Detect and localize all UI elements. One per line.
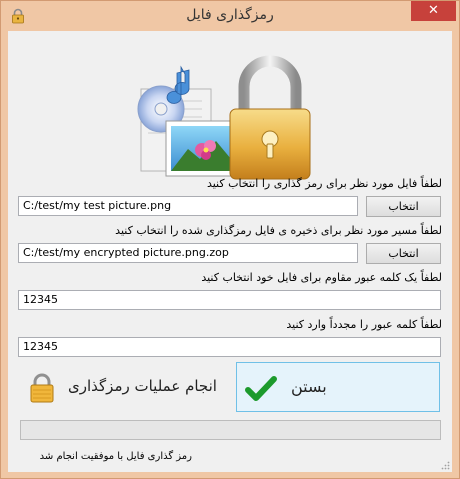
padlock-icon	[30, 373, 54, 403]
destination-path-input[interactable]: C:/test/my encrypted picture.png.zop	[18, 243, 358, 263]
checkmark-icon	[245, 376, 277, 401]
title-bar[interactable]: رمزگذاری فایل ✕	[1, 1, 459, 31]
close-button-label: بستن	[291, 377, 327, 396]
app-window: رمزگذاری فایل ✕ لطفاً فایل مورد نظر برای…	[0, 0, 460, 479]
progress-bar	[20, 420, 441, 440]
close-window-button[interactable]: ✕	[411, 1, 456, 21]
confirm-password-input[interactable]: 12345	[18, 337, 441, 357]
window-title: رمزگذاری فایل	[186, 7, 274, 23]
destination-browse-button[interactable]: انتخاب	[366, 243, 441, 264]
password-input[interactable]: 12345	[18, 290, 441, 310]
password-label: لطفاً یک کلمه عبور مقاوم برای فایل خود ا…	[201, 271, 442, 284]
source-file-label: لطفاً فایل مورد نظر برای رمز گذاری را ان…	[206, 177, 442, 190]
destination-path-label: لطفاً مسیر مورد نظر برای ذخیره ی فایل رم…	[115, 224, 442, 237]
source-browse-button[interactable]: انتخاب	[366, 196, 441, 217]
encrypt-button-label: انجام عملیات رمزگذاری	[68, 377, 217, 395]
close-button[interactable]: بستن	[236, 362, 440, 412]
confirm-password-label: لطفاً کلمه عبور را مجدداً وارد کنید	[286, 318, 442, 331]
status-text: رمز گذاری فایل با موفقیت انجام شد	[39, 451, 192, 462]
resize-grip-icon[interactable]	[441, 461, 450, 470]
dialog-body: لطفاً فایل مورد نظر برای رمز گذاری را ان…	[8, 31, 452, 472]
media-files-and-padlock-icon	[137, 55, 311, 180]
source-file-input[interactable]: C:/test/my test picture.png	[18, 196, 358, 216]
encrypt-button[interactable]: انجام عملیات رمزگذاری	[20, 363, 230, 413]
